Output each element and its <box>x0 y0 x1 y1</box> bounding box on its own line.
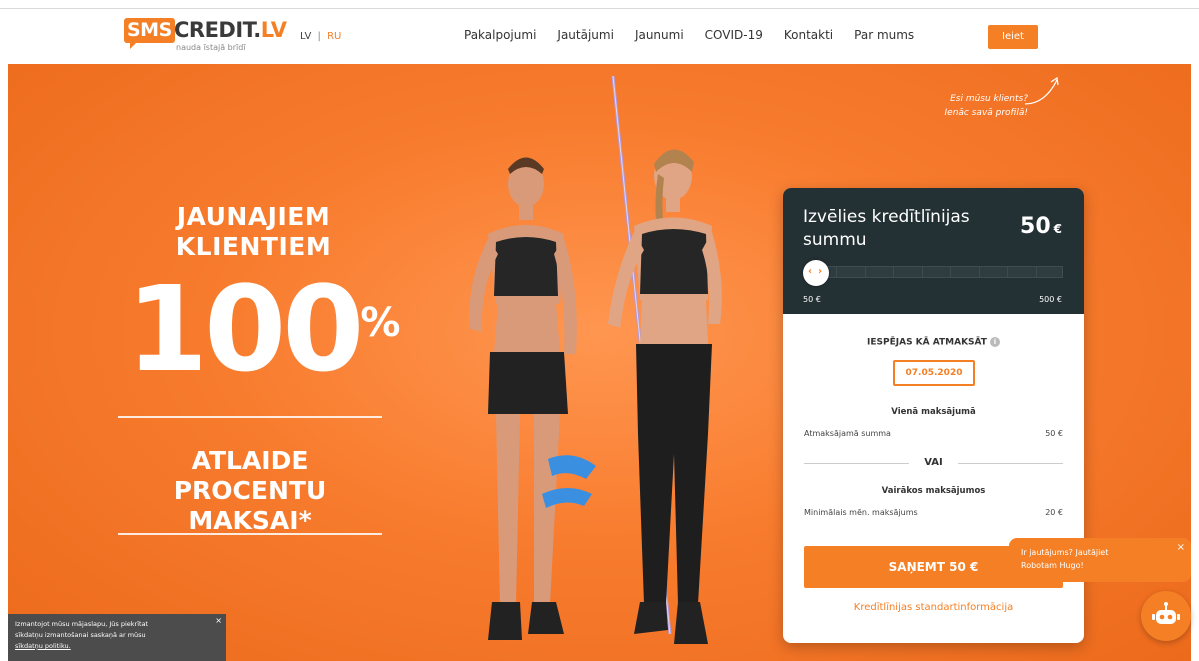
slider-min-label: 50 € <box>803 295 821 304</box>
language-switcher: LV | RU <box>300 31 341 42</box>
slider-tick <box>1036 267 1037 277</box>
close-icon[interactable]: × <box>215 615 222 626</box>
slider-tick <box>1007 267 1008 277</box>
or-label: VAI <box>924 457 943 468</box>
curved-arrow-icon <box>1024 76 1059 105</box>
hero-headline-line1: JAUNAJIEM <box>176 202 331 231</box>
slider-max-label: 500 € <box>1039 295 1062 304</box>
client-note-line2: Ienāc savā profilā! <box>944 108 1028 118</box>
lang-lv[interactable]: LV <box>300 31 311 42</box>
multi-payment-title: Vairākos maksājumos <box>881 486 986 496</box>
slider-tick <box>865 267 866 277</box>
slider-tick <box>922 267 923 277</box>
nav-item-par-mums[interactable]: Par mums <box>854 28 914 42</box>
nav-item-jaunumi[interactable]: Jaunumi <box>635 28 684 42</box>
client-note-line1: Esi mūsu klients? <box>950 94 1028 104</box>
single-payment-title: Vienā maksājumā <box>891 407 976 417</box>
multi-payment-label: Minimālais mēn. maksājums <box>804 508 918 517</box>
slider-tick <box>836 267 837 277</box>
single-payment-label: Atmaksājamā summa <box>804 429 891 438</box>
slider-tick <box>893 267 894 277</box>
cookie-text-line2: sīkdatņu izmantošanai saskaņā ar mūsu <box>15 631 146 639</box>
hero-discount-number: 100% <box>126 264 400 394</box>
logo-credit-text: CREDIT. <box>174 18 261 42</box>
hero-headline-line2: KLIENTIEM <box>175 232 332 261</box>
nav-item-kontakti[interactable]: Kontakti <box>784 28 833 42</box>
logo-lv-text: LV <box>260 18 287 42</box>
nav-item-pakalpojumi[interactable]: Pakalpojumi <box>464 28 536 42</box>
multi-payment-row: Minimālais mēn. maksājums 20 € <box>804 508 1063 517</box>
chat-prompt-bubble[interactable]: Ir jautājums? Jautājiet Robotam Hugo! × <box>1009 538 1191 582</box>
amount-slider-track[interactable] <box>807 266 1063 278</box>
calculator-header: Izvēlies kredītlīnijas summu 50 € ‹ › 50 … <box>783 188 1084 314</box>
nav-item-jautajumi[interactable]: Jautājumi <box>557 28 614 42</box>
slider-tick <box>979 267 980 277</box>
repayment-date-picker[interactable]: 07.05.2020 <box>893 360 975 386</box>
close-icon[interactable]: × <box>1177 541 1185 554</box>
standard-info-link[interactable]: Kredītlīnijas standartinformācija <box>783 602 1084 613</box>
single-payment-row: Atmaksājamā summa 50 € <box>804 429 1063 438</box>
cookie-policy-link[interactable]: sīkdatņu politiku. <box>15 641 212 652</box>
lang-separator: | <box>317 31 321 42</box>
slider-tick <box>950 267 951 277</box>
logo-sms: SMS <box>124 18 175 49</box>
nav-item-covid[interactable]: COVID-19 <box>705 28 763 42</box>
hero-subheadline: ATLAIDE PROCENTU MAKSAI* <box>118 446 382 536</box>
hero-percent: % <box>360 300 401 346</box>
hero-divider-bottom <box>118 533 382 535</box>
hero-number: 100 <box>126 260 364 398</box>
repayment-options-title: IESPĒJAS KĀ ATMAKSĀT i <box>783 337 1084 348</box>
athletes-image <box>469 75 722 644</box>
hero-subheadline-line2: PROCENTU MAKSAI* <box>173 476 327 535</box>
top-strip <box>0 0 1199 8</box>
cookie-notice: Izmantojot mūsu mājaslapu, Jūs piekrītat… <box>8 614 226 661</box>
logo-tagline: nauda īstajā brīdī <box>176 43 246 52</box>
chat-prompt-line1: Ir jautājums? Jautājiet <box>1021 548 1109 557</box>
or-separator: VAI <box>804 456 1063 470</box>
selected-amount-currency: € <box>1053 222 1062 236</box>
chevron-right-icon: › <box>818 266 823 277</box>
single-payment-value: 50 € <box>1045 429 1063 438</box>
selected-amount-value: 50 <box>1020 214 1051 239</box>
robot-icon <box>1152 602 1180 624</box>
amount-slider-handle[interactable]: ‹ › <box>803 260 829 286</box>
hero-divider-top <box>118 416 382 418</box>
main-nav: Pakalpojumi Jautājumi Jaunumi COVID-19 K… <box>464 28 935 42</box>
info-icon[interactable]: i <box>989 337 1000 347</box>
selected-amount: 50 € <box>1020 214 1062 239</box>
chat-prompt-line2: Robotam Hugo! <box>1021 561 1084 570</box>
repayment-options-text: IESPĒJAS KĀ ATMAKSĀT <box>867 337 987 348</box>
site-header: SMS CREDIT.LV nauda īstajā brīdī LV | RU… <box>0 8 1199 64</box>
client-login-note[interactable]: Esi mūsu klients? Ienāc savā profilā! <box>898 92 1028 120</box>
multi-payment-value: 20 € <box>1045 508 1063 517</box>
chatbot-button[interactable] <box>1141 591 1191 641</box>
login-button[interactable]: Ieiet <box>988 25 1038 49</box>
calculator-title: Izvēlies kredītlīnijas summu <box>803 207 970 250</box>
hero-headline: JAUNAJIEM KLIENTIEM <box>126 202 381 262</box>
cookie-text-line1: Izmantojot mūsu mājaslapu, Jūs piekrītat <box>15 620 149 628</box>
hero-subheadline-line1: ATLAIDE <box>191 446 309 475</box>
lang-ru[interactable]: RU <box>327 31 341 42</box>
chevron-left-icon: ‹ <box>808 266 813 277</box>
logo-credit: CREDIT.LV <box>174 18 287 43</box>
